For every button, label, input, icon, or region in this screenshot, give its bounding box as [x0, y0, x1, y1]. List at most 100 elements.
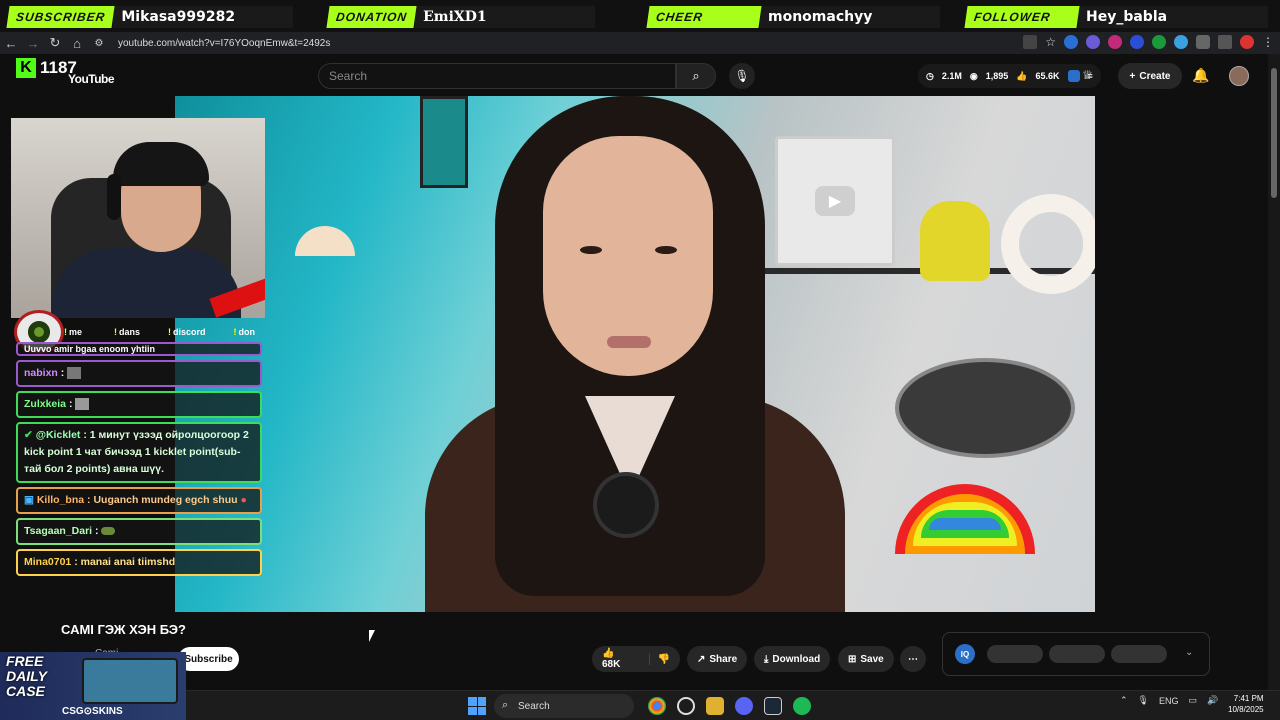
- emote-icon: [101, 527, 116, 536]
- monitor-icon[interactable]: ▭: [1189, 695, 1198, 706]
- subscribe-button[interactable]: Subscribe: [178, 647, 239, 671]
- reading-list-icon[interactable]: [1218, 35, 1232, 49]
- eye-icon: ◉: [969, 70, 978, 81]
- chat-username: Mina0701: [24, 556, 72, 568]
- volume-icon[interactable]: 🔊: [1207, 695, 1218, 706]
- download-button[interactable]: ⤓ Download: [754, 646, 831, 672]
- like-button[interactable]: 👍 68K: [602, 648, 635, 670]
- profile-icon[interactable]: [1240, 35, 1254, 49]
- stream-link: ! dans: [114, 327, 141, 337]
- voice-search-button[interactable]: 🎙: [729, 63, 755, 89]
- reload-icon[interactable]: ↻: [44, 32, 66, 54]
- chat-overlay: Uuvvo amir bgaa enoom yhtiin nabixn : Zu…: [16, 342, 262, 580]
- headphones: [107, 174, 121, 220]
- emote-icon: [75, 398, 90, 411]
- chat-message: Uuvvo amir bgaa enoom yhtiin: [16, 342, 262, 356]
- chat-message: nabixn :: [16, 360, 262, 387]
- chat-username: @Kicklet: [35, 429, 81, 441]
- menu-dots-icon[interactable]: ⋮: [1262, 35, 1274, 49]
- extension-icon[interactable]: [1130, 35, 1144, 49]
- page-scrollbar[interactable]: [1268, 54, 1280, 690]
- chat-message: Tsagaan_Dari :: [16, 518, 262, 545]
- alert-name: Hey_babla: [1078, 6, 1268, 28]
- logo[interactable]: K 1187 YouTube: [16, 58, 115, 86]
- alert-tag: FOLLOWER: [964, 6, 1080, 28]
- back-icon[interactable]: ←: [0, 32, 22, 54]
- verified-icon: ✔: [24, 429, 33, 441]
- video-player[interactable]: ▶: [175, 96, 1095, 612]
- bookmark-star-icon[interactable]: ☆: [1045, 35, 1056, 49]
- rainbow-decor: [895, 484, 1035, 554]
- notifications-bell-icon[interactable]: 🔔: [1192, 67, 1209, 84]
- app-icon[interactable]: [677, 697, 695, 715]
- stat-likes: 65.6K: [1035, 71, 1060, 81]
- share-button[interactable]: ↗ Share: [687, 646, 748, 672]
- home-icon[interactable]: ⌂: [66, 32, 88, 54]
- puzzle-icon[interactable]: [1196, 35, 1210, 49]
- chevron-up-icon[interactable]: ⌃: [1120, 695, 1128, 706]
- search-icon: ⌕: [502, 699, 509, 711]
- case-image: [82, 658, 178, 704]
- chat-text: : Uuganch mundeg egch shuu: [87, 494, 238, 506]
- site-info-icon[interactable]: ⚙: [88, 32, 110, 54]
- stream-link: ! discord: [168, 327, 206, 337]
- promo-text: FREE DAILY CASE: [6, 653, 47, 699]
- file-explorer-icon[interactable]: [706, 697, 724, 715]
- chat-message: ▣ Killo_bna : Uuganch mundeg egch shuu ●: [16, 487, 262, 514]
- extension-logo-icon[interactable]: IQ: [955, 644, 975, 664]
- start-button[interactable]: [468, 697, 486, 715]
- extension-pill[interactable]: [1049, 645, 1105, 663]
- promo-banner: FREE DAILY CASE CSG⊙SKINS: [0, 652, 186, 720]
- screen: SUBSCRIBER Mikasa999282 DONATION EmiXD1 …: [0, 0, 1280, 720]
- alert-donation: DONATION EmiXD1: [326, 5, 596, 29]
- download-extension-icon[interactable]: [1152, 35, 1166, 49]
- address-bar[interactable]: youtube.com/watch?v=I76YOoqnEmw&t=2492s: [118, 38, 330, 49]
- extension-pill[interactable]: [987, 645, 1043, 663]
- save-button[interactable]: ⊞ Save: [838, 646, 894, 672]
- cast-icon[interactable]: [1023, 35, 1038, 49]
- trophy-icon[interactable]: ♕: [1082, 68, 1093, 82]
- chrome-icon[interactable]: [648, 697, 666, 715]
- extension-icon[interactable]: [1174, 35, 1188, 49]
- create-button[interactable]: + Create: [1118, 63, 1182, 89]
- mouth: [607, 336, 651, 348]
- taskbar-search[interactable]: ⌕ Search: [494, 694, 634, 718]
- alert-name: EmiXD1: [415, 6, 596, 28]
- microphone-icon[interactable]: 🎙: [1138, 695, 1149, 706]
- search-button[interactable]: ⌕: [676, 63, 716, 89]
- windows-taskbar: ⌕ Search ⌃ 🎙 ENG ▭ 🔊 7:41 PM 10/8/2025: [186, 690, 1280, 720]
- alert-tag: SUBSCRIBER: [6, 6, 115, 28]
- emote-icon: [67, 367, 82, 380]
- discord-icon[interactable]: [735, 697, 753, 715]
- alert-tag: DONATION: [326, 6, 417, 28]
- taskbar-clock[interactable]: 7:41 PM 10/8/2025: [1228, 693, 1264, 715]
- extensions-area: ☆ ⋮: [1023, 35, 1274, 49]
- avatar[interactable]: [1229, 66, 1249, 86]
- chevron-down-icon[interactable]: ⌄: [1185, 647, 1193, 658]
- chat-text: :: [60, 367, 65, 379]
- language-indicator[interactable]: ENG: [1159, 696, 1179, 706]
- dislike-button[interactable]: 👎: [648, 653, 670, 665]
- chat-username: Killo_bna: [36, 494, 85, 506]
- more-actions-button[interactable]: ⋯: [900, 646, 926, 672]
- alert-subscriber: SUBSCRIBER Mikasa999282: [6, 5, 294, 29]
- alert-name: monomachyy: [760, 6, 940, 28]
- search-input[interactable]: Search: [318, 63, 676, 89]
- lapel-mic: [597, 476, 655, 534]
- extension-icon[interactable]: [1067, 70, 1080, 82]
- chat-username: nabixn: [24, 367, 58, 379]
- steam-icon[interactable]: [764, 697, 782, 715]
- extension-icon[interactable]: [1108, 35, 1122, 49]
- like-dislike-group: 👍 68K 👎: [592, 646, 680, 672]
- more-dots-icon: ⋯: [908, 653, 918, 665]
- spotify-icon[interactable]: [793, 697, 811, 715]
- thumbs-up-icon: 👍: [602, 648, 615, 659]
- chat-username: Zulxkeia: [24, 398, 67, 410]
- forward-icon[interactable]: →: [22, 32, 44, 54]
- extension-icon[interactable]: [1064, 35, 1078, 49]
- chat-text: :: [95, 525, 99, 537]
- extension-pill[interactable]: [1111, 645, 1167, 663]
- extension-icon[interactable]: [1086, 35, 1100, 49]
- scrollbar-thumb[interactable]: [1271, 68, 1277, 198]
- thumbs-up-icon: 👍: [1016, 70, 1028, 81]
